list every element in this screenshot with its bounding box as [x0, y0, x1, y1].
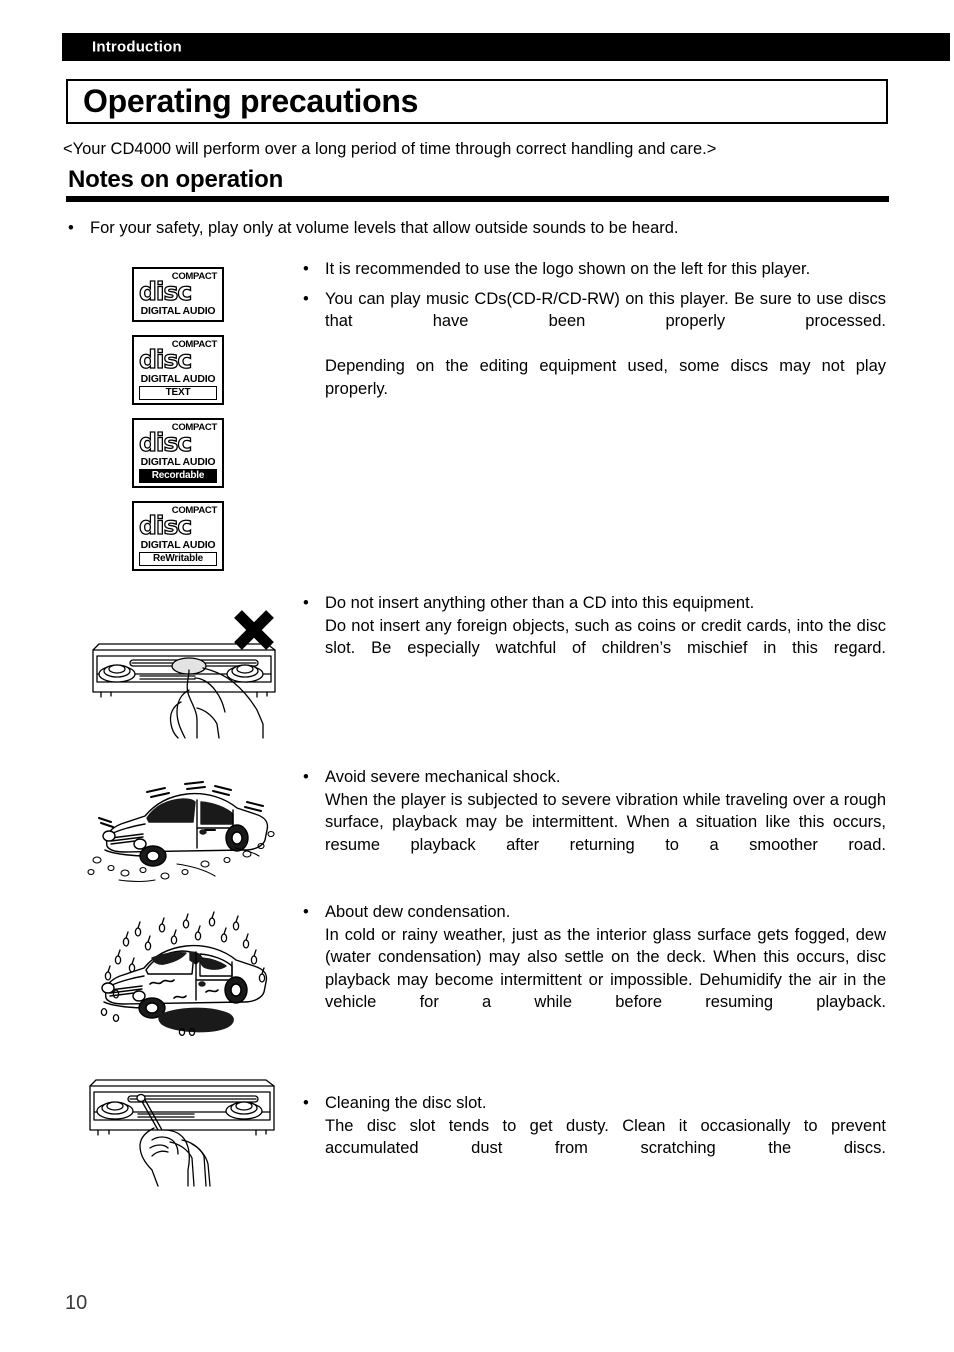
cleaning-body: Cleaning the disc slot. The disc slot te… [325, 1092, 886, 1182]
page-title: Operating precautions [83, 82, 419, 119]
cd-disc-wordmark: disc [138, 277, 192, 306]
bullet-marker: • [68, 219, 74, 237]
cd-logo-stack: COMPACT disc DIGITAL AUDIO COMPACT disc … [132, 267, 224, 584]
dew-condensation-body: About dew condensation. In cold or rainy… [325, 901, 886, 1036]
mechanical-shock-bullet: • Avoid severe mechanical shock. When th… [303, 766, 886, 879]
bullet-marker: • [303, 1094, 309, 1112]
mechanical-shock-note: • Avoid severe mechanical shock. When th… [303, 766, 886, 879]
cleaning-note: • Cleaning the disc slot. The disc slot … [303, 1092, 886, 1182]
dew-condensation-heading: About dew condensation. [325, 903, 511, 921]
mechanical-shock-heading: Avoid severe mechanical shock. [325, 768, 561, 786]
cd-logo-text: COMPACT disc DIGITAL AUDIO TEXT [132, 335, 224, 405]
mechanical-shock-text: When the player is subjected to severe v… [325, 790, 886, 854]
bullet-marker: • [303, 768, 309, 786]
compact-disc-icon: COMPACT disc [138, 423, 217, 457]
logo-note-bullet-1-body: It is recommended to use the logo shown … [325, 258, 886, 281]
chapter-header-bar: Introduction [62, 33, 950, 61]
logo-note-line: Depending on the editing equipment used,… [325, 357, 886, 398]
car-on-rough-road-illustration [85, 772, 290, 887]
cd-logo-recordable: COMPACT disc DIGITAL AUDIO Recordable [132, 418, 224, 488]
compact-disc-icon: COMPACT disc [138, 340, 217, 374]
foreign-objects-heading: Do not insert anything other than a CD i… [325, 594, 755, 612]
cd-badge-text: TEXT [139, 386, 217, 400]
logo-note-line: It is recommended to use the logo shown … [325, 260, 811, 278]
foreign-objects-bullet: • Do not insert anything other than a CD… [303, 592, 886, 682]
section-heading: Notes on operation [68, 166, 284, 193]
bullet-marker: • [303, 903, 309, 921]
logo-note-bullet-1: • It is recommended to use the logo show… [303, 258, 886, 281]
logo-note-bullet-2-body: You can play music CDs(CD-R/CD-RW) on th… [325, 288, 886, 423]
cd-digital-audio-label: DIGITAL AUDIO [140, 456, 216, 468]
car-in-rain-illustration [78, 902, 293, 1037]
cleaning-heading: Cleaning the disc slot. [325, 1094, 487, 1112]
cd-disc-wordmark: disc [138, 511, 192, 540]
cleaning-text: The disc slot tends to get dusty. Clean … [325, 1116, 886, 1158]
safety-note: • For your safety, play only at volume l… [68, 219, 888, 238]
lead-line: <Your CD4000 will perform over a long pe… [63, 140, 717, 158]
cleaning-disc-slot-illustration [82, 1078, 297, 1188]
cd-badge-recordable: Recordable [139, 469, 217, 483]
dew-condensation-note: • About dew condensation. In cold or rai… [303, 901, 886, 1036]
bullet-marker: • [303, 594, 309, 612]
logo-note-line: You can play music CDs(CD-R/CD-RW) on th… [325, 289, 886, 331]
mechanical-shock-body: Avoid severe mechanical shock. When the … [325, 766, 886, 879]
cd-logo-rewritable: COMPACT disc DIGITAL AUDIO ReWritable [132, 501, 224, 571]
cd-disc-wordmark: disc [138, 345, 192, 374]
logo-note-bullet-2: • You can play music CDs(CD-R/CD-RW) on … [303, 288, 886, 423]
foreign-objects-note: • Do not insert anything other than a CD… [303, 592, 886, 682]
cd-badge-rewritable: ReWritable [139, 552, 217, 566]
compact-disc-icon: COMPACT disc [138, 272, 217, 306]
bullet-marker: • [303, 260, 309, 278]
foreign-objects-body: Do not insert anything other than a CD i… [325, 592, 886, 682]
chapter-label: Introduction [92, 38, 182, 56]
dew-condensation-bullet: • About dew condensation. In cold or rai… [303, 901, 886, 1036]
cd-logo-glyph-area: COMPACT disc [138, 272, 217, 306]
cd-logo-glyph-area: COMPACT disc [138, 423, 217, 457]
section-divider [66, 196, 889, 202]
page-title-box: Operating precautions [66, 79, 888, 124]
cd-digital-audio-label: DIGITAL AUDIO [140, 539, 216, 551]
x-mark-icon [232, 608, 276, 652]
compact-disc-icon: COMPACT disc [138, 506, 217, 540]
bullet-marker: • [303, 289, 309, 308]
cleaning-bullet: • Cleaning the disc slot. The disc slot … [303, 1092, 886, 1182]
safety-note-text: For your safety, play only at volume lev… [90, 219, 679, 237]
logo-note-block: • It is recommended to use the logo show… [303, 258, 886, 423]
cd-logo-glyph-area: COMPACT disc [138, 506, 217, 540]
foreign-objects-text: Do not insert any foreign objects, such … [325, 616, 886, 658]
cd-logo-digital-audio: COMPACT disc DIGITAL AUDIO [132, 267, 224, 322]
cd-logo-glyph-area: COMPACT disc [138, 340, 217, 374]
dew-condensation-text: In cold or rainy weather, just as the in… [325, 925, 886, 1012]
cd-digital-audio-label: DIGITAL AUDIO [140, 373, 216, 385]
page-number: 10 [65, 1292, 88, 1314]
cd-digital-audio-label: DIGITAL AUDIO [140, 305, 216, 317]
cd-disc-wordmark: disc [138, 428, 192, 457]
